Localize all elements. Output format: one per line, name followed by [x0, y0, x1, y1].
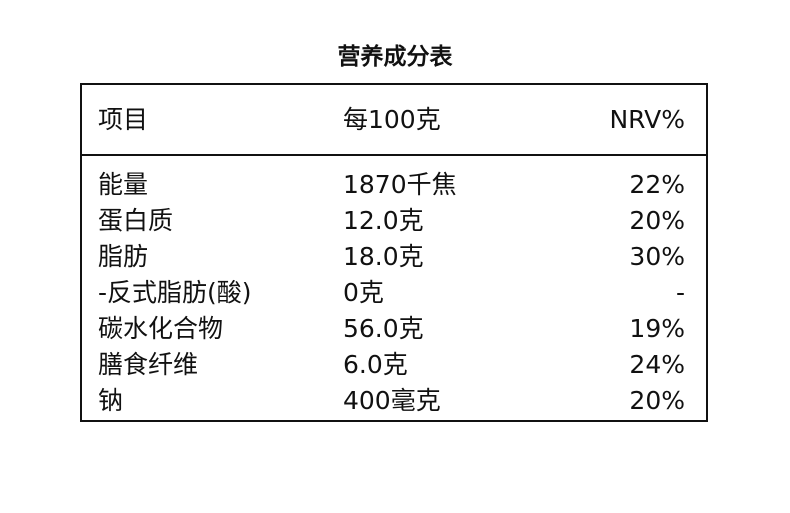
row-amount: 12.0克 — [343, 206, 424, 235]
row-name: 碳水化合物 — [98, 314, 224, 343]
header-per-100g: 每100克 — [343, 105, 441, 134]
table-row: 蛋白质 12.0克 20% — [82, 204, 706, 240]
nutrition-table: 项目 每100克 NRV% 能量 1870千焦 22% 蛋白质 12.0克 20… — [80, 83, 708, 422]
row-amount: 6.0克 — [343, 350, 408, 379]
table-row: 钠 400毫克 20% — [82, 384, 706, 420]
row-nrv: 20% — [629, 206, 685, 235]
table-row: 碳水化合物 56.0克 19% — [82, 312, 706, 348]
row-name: 膳食纤维 — [98, 350, 199, 379]
table-body: 能量 1870千焦 22% 蛋白质 12.0克 20% 脂肪 18.0克 30%… — [82, 168, 706, 420]
row-amount: 1870千焦 — [343, 170, 457, 199]
row-name: 钠 — [98, 386, 124, 415]
row-nrv: 24% — [629, 350, 685, 379]
row-nrv: 20% — [629, 386, 685, 415]
row-nrv: 19% — [629, 314, 685, 343]
row-amount: 400毫克 — [343, 386, 441, 415]
table-row: 脂肪 18.0克 30% — [82, 240, 706, 276]
row-amount: 56.0克 — [343, 314, 424, 343]
row-amount: 18.0克 — [343, 242, 424, 271]
table-row: -反式脂肪(酸) 0克 - — [82, 276, 706, 312]
row-amount: 0克 — [343, 278, 384, 307]
row-name: 蛋白质 — [98, 206, 174, 235]
table-title: 营养成分表 — [337, 44, 453, 70]
table-row: 能量 1870千焦 22% — [82, 168, 706, 204]
row-nrv: 22% — [629, 170, 685, 199]
table-row: 膳食纤维 6.0克 24% — [82, 348, 706, 384]
header-item: 项目 — [98, 105, 149, 134]
row-nrv: 30% — [629, 242, 685, 271]
table-header-row: 项目 每100克 NRV% — [82, 85, 706, 156]
row-name: 能量 — [98, 170, 149, 199]
row-nrv: - — [675, 278, 685, 307]
row-name: -反式脂肪(酸) — [98, 278, 252, 307]
header-nrv: NRV% — [609, 105, 685, 134]
row-name: 脂肪 — [98, 242, 149, 271]
